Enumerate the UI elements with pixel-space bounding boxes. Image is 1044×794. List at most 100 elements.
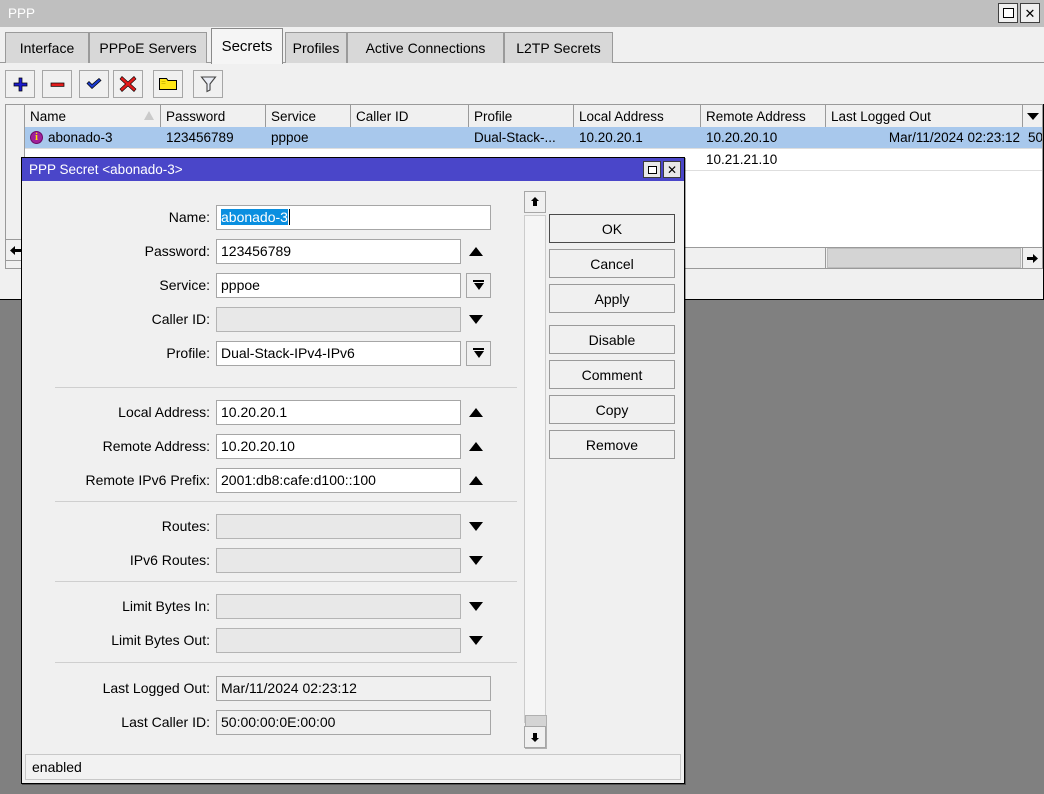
profile-dropdown-button[interactable] <box>466 341 491 366</box>
label-password: Password: <box>22 243 216 259</box>
tab-secrets[interactable]: Secrets <box>211 28 283 64</box>
add-button[interactable] <box>5 70 35 98</box>
filter-button[interactable] <box>193 70 223 98</box>
routes-input[interactable] <box>216 514 461 539</box>
limit-bytes-out-input[interactable] <box>216 628 461 653</box>
service-dropdown-button[interactable] <box>466 273 491 298</box>
tab-profiles[interactable]: Profiles <box>285 32 347 63</box>
disable-button[interactable]: Disable <box>549 325 675 354</box>
arrow-right-icon <box>1026 253 1039 264</box>
chevron-up-icon <box>469 476 483 485</box>
enable-button[interactable] <box>79 70 109 98</box>
password-expand-button[interactable] <box>461 239 491 264</box>
scroll-right-button[interactable] <box>1022 248 1042 268</box>
separator <box>55 387 517 388</box>
routes-expand-button[interactable] <box>461 514 491 539</box>
service-input[interactable]: pppoe <box>216 273 461 298</box>
local-address-input[interactable]: 10.20.20.1 <box>216 400 461 425</box>
comment-button[interactable] <box>153 70 183 98</box>
cell-remote-address: 10.21.21.10 <box>701 149 826 170</box>
dialog-titlebar[interactable]: PPP Secret <abonado-3> ✕ <box>22 158 684 181</box>
tab-l2tp-secrets[interactable]: L2TP Secrets <box>504 32 613 63</box>
dialog-vertical-scrollbar[interactable] <box>524 191 546 748</box>
column-header-caller-id[interactable]: Caller ID <box>351 105 469 127</box>
caller-id-input[interactable] <box>216 307 461 332</box>
scrollbar-thumb[interactable] <box>827 248 1021 268</box>
chevron-down-icon <box>474 351 484 358</box>
remove-button[interactable]: Remove <box>549 430 675 459</box>
arrow-up-icon <box>529 196 541 208</box>
tab-label: Interface <box>20 40 74 56</box>
field-row-caller-id: Caller ID: <box>22 306 522 332</box>
tab-bar: Interface PPPoE Servers Secrets Profiles… <box>0 27 1044 63</box>
cell-last-caller-id: 50: <box>1023 127 1042 148</box>
column-header-local-address[interactable]: Local Address <box>574 105 701 127</box>
password-input[interactable]: 123456789 <box>216 239 461 264</box>
column-label: Password <box>166 109 225 124</box>
limit-bytes-out-expand-button[interactable] <box>461 628 491 653</box>
tab-active-connections[interactable]: Active Connections <box>347 32 504 63</box>
column-label: Local Address <box>579 109 664 124</box>
info-icon: i <box>30 131 43 144</box>
dialog-window-controls: ✕ <box>643 161 681 178</box>
column-label: Service <box>271 109 316 124</box>
scrollbar-track[interactable] <box>524 215 546 723</box>
separator <box>55 662 517 663</box>
column-header-last-logged-out[interactable]: Last Logged Out <box>826 105 1023 127</box>
ipv6-routes-expand-button[interactable] <box>461 548 491 573</box>
column-label: Name <box>30 109 66 124</box>
scroll-down-button[interactable] <box>524 726 546 748</box>
remote-ipv6-prefix-input[interactable]: 2001:db8:cafe:d100::100 <box>216 468 461 493</box>
label-limit-bytes-out: Limit Bytes Out: <box>22 632 216 648</box>
main-window-controls: ✕ <box>998 3 1040 23</box>
field-row-limit-bytes-in: Limit Bytes In: <box>22 593 522 619</box>
label-limit-bytes-in: Limit Bytes In: <box>22 598 216 614</box>
ipv6-routes-input[interactable] <box>216 548 461 573</box>
tab-interface[interactable]: Interface <box>5 32 89 63</box>
dialog-status-bar: enabled <box>25 754 681 780</box>
limit-bytes-in-expand-button[interactable] <box>461 594 491 619</box>
apply-button[interactable]: Apply <box>549 284 675 313</box>
remote-ipv6-prefix-expand-button[interactable] <box>461 468 491 493</box>
column-header-profile[interactable]: Profile <box>469 105 574 127</box>
maximize-icon[interactable] <box>643 161 661 178</box>
close-icon[interactable]: ✕ <box>1020 3 1040 23</box>
last-caller-id-value: 50:00:00:0E:00:00 <box>216 710 491 735</box>
maximize-icon[interactable] <box>998 3 1018 23</box>
button-label: OK <box>602 221 622 237</box>
copy-button[interactable]: Copy <box>549 395 675 424</box>
column-header-remote-address[interactable]: Remote Address <box>701 105 826 127</box>
local-address-expand-button[interactable] <box>461 400 491 425</box>
minus-icon <box>49 76 66 93</box>
remove-button[interactable] <box>42 70 72 98</box>
caller-id-expand-button[interactable] <box>461 307 491 332</box>
limit-bytes-in-input[interactable] <box>216 594 461 619</box>
column-header-name[interactable]: Name <box>25 105 161 127</box>
cancel-button[interactable]: Cancel <box>549 249 675 278</box>
table-row[interactable]: i abonado-3 123456789 pppoe Dual-Stack-.… <box>25 127 1042 149</box>
scroll-up-button[interactable] <box>524 191 546 213</box>
cross-icon <box>119 75 137 93</box>
chevron-down-icon <box>469 602 483 611</box>
disable-button[interactable] <box>113 70 143 98</box>
button-label: Comment <box>582 367 643 383</box>
ppp-secret-dialog: PPP Secret <abonado-3> ✕ Name: abonado-3… <box>21 157 685 784</box>
separator <box>55 501 517 502</box>
label-profile: Profile: <box>22 345 216 361</box>
column-header-password[interactable]: Password <box>161 105 266 127</box>
comment-button[interactable]: Comment <box>549 360 675 389</box>
cell-service: pppoe <box>266 127 351 148</box>
tab-pppoe-servers[interactable]: PPPoE Servers <box>89 32 207 63</box>
sort-ascending-icon <box>144 111 154 120</box>
cell-text: abonado-3 <box>48 130 113 145</box>
column-menu-button[interactable] <box>1023 105 1042 127</box>
name-input[interactable]: abonado-3 <box>216 205 491 230</box>
field-row-password: Password: 123456789 <box>22 238 522 264</box>
close-icon[interactable]: ✕ <box>663 161 681 178</box>
remote-address-expand-button[interactable] <box>461 434 491 459</box>
ok-button[interactable]: OK <box>549 214 675 243</box>
remote-address-input[interactable]: 10.20.20.10 <box>216 434 461 459</box>
profile-input[interactable]: Dual-Stack-IPv4-IPv6 <box>216 341 461 366</box>
column-label: Remote Address <box>706 109 806 124</box>
column-header-service[interactable]: Service <box>266 105 351 127</box>
